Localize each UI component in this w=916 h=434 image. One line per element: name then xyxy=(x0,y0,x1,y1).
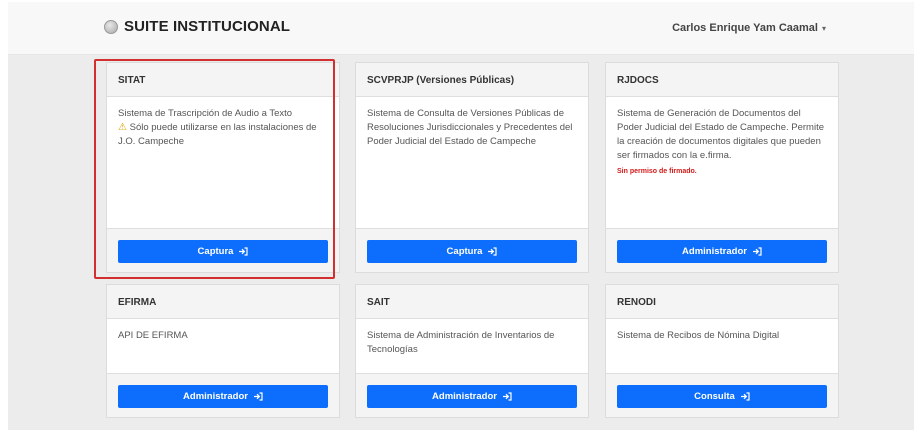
sign-in-icon xyxy=(253,392,263,401)
user-menu[interactable]: Carlos Enrique Yam Caamal ▾ xyxy=(672,22,826,34)
card-title: RJDOCS xyxy=(606,63,838,97)
user-name: Carlos Enrique Yam Caamal xyxy=(672,22,818,34)
sign-in-icon xyxy=(740,392,750,401)
consulta-button[interactable]: Consulta xyxy=(617,385,827,408)
card-description: API DE EFIRMA xyxy=(118,330,188,341)
sign-in-icon xyxy=(502,392,512,401)
card-description-text: Sistema de Generación de Documentos del … xyxy=(617,108,825,161)
administrador-button[interactable]: Administrador xyxy=(367,385,577,408)
administrador-button[interactable]: Administrador xyxy=(118,385,328,408)
page: SUITE INSTITUCIONAL Carlos Enrique Yam C… xyxy=(0,0,916,434)
administrador-button[interactable]: Administrador xyxy=(617,240,827,263)
navbar: SUITE INSTITUCIONAL Carlos Enrique Yam C… xyxy=(8,2,914,55)
card-footer: Captura xyxy=(356,228,588,272)
card-description: Sistema de Generación de Documentos del … xyxy=(606,97,838,179)
card-description: Sistema de Recibos de Nómina Digital xyxy=(617,330,780,341)
card-footer: Administrador xyxy=(356,373,588,417)
sign-in-icon xyxy=(488,247,498,256)
permission-note: Sin permiso de firmado. xyxy=(617,168,697,175)
card-scvprjp: SCVPRJP (Versiones Públicas) Sistema de … xyxy=(355,62,589,273)
card-footer: Administrador xyxy=(606,228,838,272)
card-sait: SAIT Sistema de Administración de Invent… xyxy=(355,284,589,418)
seal-icon xyxy=(104,19,118,34)
card-title: RENODI xyxy=(606,285,838,319)
button-label: Administrador xyxy=(682,246,747,257)
button-label: Consulta xyxy=(694,391,735,402)
button-label: Captura xyxy=(446,246,483,257)
card-title: EFIRMA xyxy=(107,285,339,319)
button-label: Administrador xyxy=(183,391,248,402)
highlight-box xyxy=(94,59,335,279)
button-label: Administrador xyxy=(432,391,497,402)
brand-title: SUITE INSTITUCIONAL xyxy=(124,18,291,35)
caret-down-icon: ▾ xyxy=(821,23,826,33)
card-footer: Consulta xyxy=(606,373,838,417)
captura-button[interactable]: Captura xyxy=(367,240,577,263)
card-title: SAIT xyxy=(356,285,588,319)
card-description: Sistema de Consulta de Versiones Pública… xyxy=(367,108,573,147)
sign-in-icon xyxy=(752,247,762,256)
card-footer: Administrador xyxy=(107,373,339,417)
card-description: Sistema de Administración de Inventarios… xyxy=(367,330,555,355)
card-renodi: RENODI Sistema de Recibos de Nómina Digi… xyxy=(605,284,839,418)
card-rjdocs: RJDOCS Sistema de Generación de Document… xyxy=(605,62,839,273)
card-efirma: EFIRMA API DE EFIRMA Administrador xyxy=(106,284,340,418)
card-title: SCVPRJP (Versiones Públicas) xyxy=(356,63,588,97)
brand[interactable]: SUITE INSTITUCIONAL xyxy=(104,18,290,35)
